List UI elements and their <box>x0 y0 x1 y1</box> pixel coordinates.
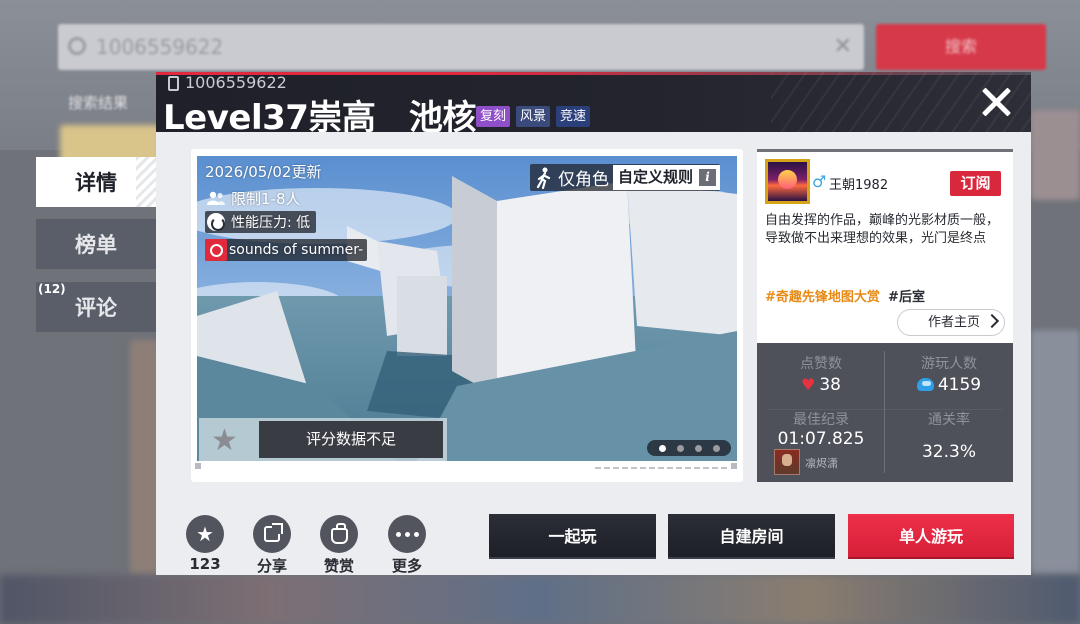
frame-dashes <box>595 467 729 469</box>
chevron-right-icon <box>984 313 1000 329</box>
star-icon: ★ <box>186 515 224 553</box>
stats-divider <box>884 351 885 473</box>
map-detail-dialog: 1006559622 Level37崇高 池核 复刻 风景 竞速 2026/05… <box>156 72 1031 575</box>
music-title: sounds of summer- <box>229 242 364 258</box>
record-holder-name: 凛烬潇 <box>805 457 838 470</box>
custom-rules-button[interactable]: 自定义规则 i <box>613 165 721 190</box>
tag-speedrun: 竞速 <box>556 106 591 127</box>
clear-icon: ✕ <box>833 34 852 59</box>
role-mode-text: 仅角色 <box>558 170 609 190</box>
tag-scenery: 风景 <box>516 106 551 127</box>
male-icon: ♂ <box>812 172 827 191</box>
tag-remake: 复刻 <box>476 106 511 127</box>
likes-label: 点赞数 <box>800 356 842 372</box>
record-holder-avatar[interactable] <box>774 449 800 475</box>
carousel-dot[interactable] <box>658 444 666 452</box>
likes-value: 38 <box>819 375 841 395</box>
search-icon <box>68 37 86 55</box>
players-icon <box>207 191 225 205</box>
players-label: 游玩人数 <box>921 356 977 372</box>
carousel-dot[interactable] <box>694 444 702 452</box>
frame-corner <box>731 463 737 469</box>
role-mode-badge: 仅角色 自定义规则 i <box>530 164 721 191</box>
music-icon <box>205 239 227 261</box>
author-name[interactable]: 王朝1982 <box>829 174 888 193</box>
background-search-bar: 1006559622 ✕ <box>58 24 864 70</box>
carousel-dot[interactable] <box>676 444 684 452</box>
updated-date: 2026/05/02更新 <box>205 163 322 181</box>
more-icon <box>388 515 426 553</box>
frame-corner <box>195 463 201 469</box>
hashtag-event[interactable]: #奇趣先锋地图大赏 <box>765 290 880 305</box>
tab-rank[interactable]: 榜单 <box>36 219 156 269</box>
dialog-header: 1006559622 Level37崇高 池核 复刻 风景 竞速 <box>156 72 1031 132</box>
author-home-label: 作者主页 <box>928 315 981 330</box>
money-bag-icon <box>320 515 358 553</box>
background-search-button: 搜索 <box>876 24 1046 70</box>
custom-rules-label: 自定义规则 <box>618 168 694 186</box>
subscribe-button[interactable]: 订阅 <box>950 171 1001 196</box>
players-stat: 4159 <box>890 375 1008 395</box>
solo-play-button[interactable]: 单人游玩 <box>848 514 1014 559</box>
star-icon: ★ <box>211 423 238 458</box>
preview-card: 2026/05/02更新 限制1-8人 性能压力: 低 sounds of su… <box>191 149 743 482</box>
rating-area: ★ 评分数据不足 <box>199 418 447 461</box>
author-avatar[interactable] <box>765 159 810 204</box>
create-room-button[interactable]: 自建房间 <box>668 514 835 559</box>
comment-count-badge: (12) <box>38 282 66 296</box>
favorite-count: 123 <box>189 555 221 573</box>
performance-text: 性能压力: 低 <box>231 215 311 231</box>
gauge-icon <box>207 213 225 231</box>
tab-detail[interactable]: 详情 <box>36 157 156 207</box>
hashtag-backrooms[interactable]: #后室 <box>888 290 925 305</box>
best-record-value: 01:07.825 <box>777 429 865 449</box>
close-button[interactable] <box>978 84 1014 120</box>
author-home-button[interactable]: 作者主页 <box>897 309 1005 336</box>
performance-badge: 性能压力: 低 <box>205 211 317 233</box>
more-label: 更多 <box>391 557 422 575</box>
gamepad-icon <box>916 378 934 391</box>
rating-status: 评分数据不足 <box>259 421 443 458</box>
reward-label: 赞赏 <box>323 557 354 575</box>
share-button[interactable]: 分享 <box>247 515 297 576</box>
map-title: Level37崇高 池核 <box>163 98 476 132</box>
background-result-label: 搜索结果 <box>68 94 129 112</box>
play-together-button[interactable]: 一起玩 <box>489 514 656 559</box>
favorite-button[interactable]: ★ 123 <box>180 515 230 573</box>
stats-panel: 点赞数 ♥ 38 游玩人数 4159 最佳纪录 01:07.825 凛烬潇 通关率… <box>757 343 1013 482</box>
music-badge[interactable]: sounds of summer- <box>205 239 368 261</box>
author-panel: ♂ 王朝1982 订阅 自由发挥的作品，巅峰的光影材质一般，导致做不出来理想的效… <box>757 149 1013 343</box>
clear-rate-label: 通关率 <box>928 412 970 428</box>
background-tile <box>1031 110 1080 200</box>
background-search-value: 1006559622 <box>96 35 224 59</box>
walking-person-icon <box>536 167 551 189</box>
more-button[interactable]: 更多 <box>382 515 432 576</box>
heart-icon: ♥ <box>801 375 816 394</box>
map-description: 自由发挥的作品，巅峰的光影材质一般，导致做不出来理想的效果，光门是终点 <box>765 213 1000 246</box>
reward-button[interactable]: 赞赏 <box>314 515 364 576</box>
clear-rate-value: 32.3% <box>921 442 976 462</box>
hashtags: #奇趣先锋地图大赏 #后室 <box>765 286 925 305</box>
share-label: 分享 <box>256 557 287 575</box>
share-icon <box>253 515 291 553</box>
carousel-dot[interactable] <box>712 444 720 452</box>
likes-stat: ♥ 38 <box>762 375 880 395</box>
map-preview-image[interactable]: 2026/05/02更新 限制1-8人 性能压力: 低 sounds of su… <box>197 156 737 461</box>
map-id-icon <box>168 76 179 91</box>
players-value: 4159 <box>937 375 982 395</box>
background-footer <box>0 575 1080 624</box>
carousel-indicator <box>647 440 731 456</box>
info-icon: i <box>699 169 717 186</box>
background-tile <box>1031 330 1080 575</box>
best-record-label: 最佳纪录 <box>793 412 849 428</box>
player-limit: 限制1-8人 <box>231 190 301 208</box>
